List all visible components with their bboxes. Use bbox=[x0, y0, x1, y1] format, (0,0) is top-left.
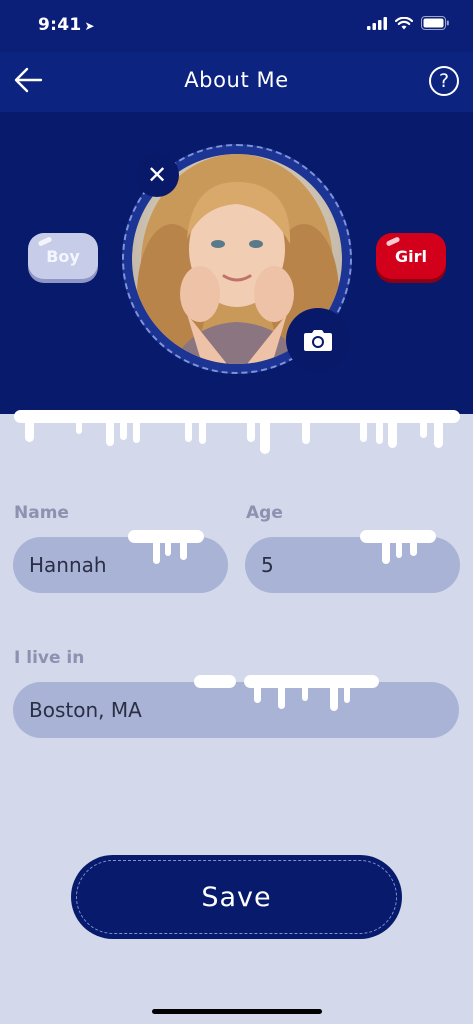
nav-bar: About Me ? bbox=[0, 52, 473, 112]
girl-button[interactable]: Girl bbox=[376, 233, 446, 279]
status-time: 9:41 ➤ bbox=[38, 15, 95, 35]
camera-icon bbox=[304, 330, 332, 351]
save-button[interactable]: Save bbox=[71, 855, 402, 939]
save-button-stitch bbox=[76, 860, 397, 934]
button-shine bbox=[385, 236, 401, 247]
boy-button[interactable]: Boy bbox=[28, 233, 98, 279]
location-arrow-icon: ➤ bbox=[84, 19, 95, 33]
signal-icon bbox=[367, 16, 387, 30]
battery-icon bbox=[421, 16, 449, 30]
status-bar: 9:41 ➤ bbox=[0, 0, 473, 52]
change-photo-button[interactable] bbox=[286, 308, 350, 372]
girl-label: Girl bbox=[395, 246, 427, 266]
help-button[interactable]: ? bbox=[429, 66, 459, 96]
button-shine bbox=[37, 236, 53, 247]
age-field-drip bbox=[360, 530, 436, 564]
name-label: Name bbox=[14, 503, 69, 523]
age-label: Age bbox=[246, 503, 283, 523]
close-icon: ✕ bbox=[146, 161, 168, 189]
page-title: About Me bbox=[184, 68, 289, 92]
home-indicator[interactable] bbox=[152, 1009, 322, 1014]
remove-photo-button[interactable]: ✕ bbox=[135, 153, 179, 197]
wifi-icon bbox=[395, 16, 413, 29]
drip-decoration bbox=[14, 410, 460, 454]
help-icon: ? bbox=[438, 70, 450, 92]
status-icons bbox=[367, 16, 449, 30]
location-field-drip bbox=[194, 675, 379, 711]
profile-hero: Boy Girl ✕ bbox=[0, 112, 473, 414]
time-text: 9:41 bbox=[38, 15, 82, 35]
boy-label: Boy bbox=[46, 246, 80, 266]
name-field-drip bbox=[128, 530, 204, 564]
location-label: I live in bbox=[14, 648, 85, 668]
